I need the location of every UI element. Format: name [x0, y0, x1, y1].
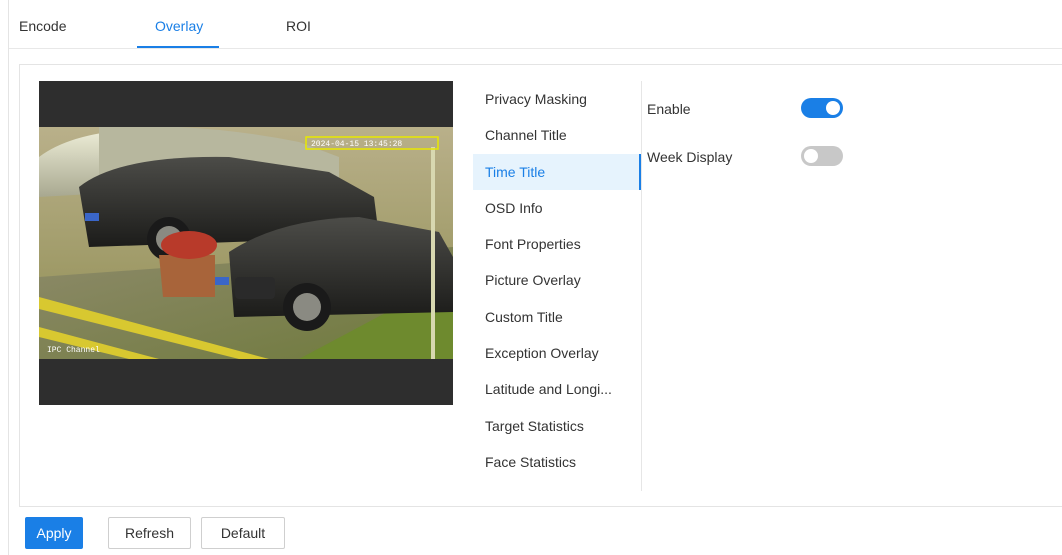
flower-planter: [159, 255, 215, 297]
default-button[interactable]: Default: [201, 517, 285, 549]
menu-item-custom-title[interactable]: Custom Title: [473, 299, 641, 335]
menu-item-latitude-longitude[interactable]: Latitude and Longi...: [473, 371, 641, 407]
license-plate: [215, 277, 229, 285]
camera-image: 2024-04-15 13:45:28 IPC Channel: [39, 127, 453, 359]
enable-toggle[interactable]: [801, 98, 843, 118]
menu-item-face-statistics[interactable]: Face Statistics: [473, 444, 641, 480]
flowers: [161, 231, 217, 259]
active-tab-indicator: [137, 46, 219, 48]
menu-item-channel-title[interactable]: Channel Title: [473, 117, 641, 153]
tab-bar: Encode Overlay ROI: [9, 0, 1062, 49]
menu-item-target-statistics[interactable]: Target Statistics: [473, 408, 641, 444]
menu-item-exception-overlay[interactable]: Exception Overlay: [473, 335, 641, 371]
apply-button[interactable]: Apply: [25, 517, 83, 549]
tab-roi[interactable]: ROI: [286, 18, 311, 34]
menu-item-privacy-masking[interactable]: Privacy Masking: [473, 81, 641, 117]
channel-title-text: IPC Channel: [47, 346, 100, 355]
menu-item-picture-overlay[interactable]: Picture Overlay: [473, 262, 641, 298]
tab-encode[interactable]: Encode: [19, 18, 66, 34]
rim-front: [293, 293, 321, 321]
refresh-button[interactable]: Refresh: [108, 517, 191, 549]
menu-item-osd-info[interactable]: OSD Info: [473, 190, 641, 226]
tab-overlay[interactable]: Overlay: [155, 18, 203, 34]
enable-label: Enable: [647, 101, 691, 117]
overlay-settings-page: Encode Overlay ROI 2024-04-15 13:45:28 I…: [8, 0, 1062, 555]
license-plate-middle: [85, 213, 99, 221]
car-grille: [235, 277, 275, 299]
overlay-panel: 2024-04-15 13:45:28 IPC Channel Privacy …: [19, 64, 1062, 507]
week-display-toggle[interactable]: [801, 146, 843, 166]
menu-item-font-properties[interactable]: Font Properties: [473, 226, 641, 262]
toggle-knob: [804, 149, 818, 163]
pole: [431, 147, 435, 359]
toggle-knob: [826, 101, 840, 115]
overlay-type-menu: Privacy Masking Channel Title Time Title…: [473, 81, 642, 491]
week-display-label: Week Display: [647, 149, 733, 165]
time-title-text: 2024-04-15 13:45:28: [311, 140, 402, 149]
video-preview[interactable]: 2024-04-15 13:45:28 IPC Channel: [39, 81, 453, 405]
menu-item-time-title[interactable]: Time Title: [473, 154, 641, 190]
